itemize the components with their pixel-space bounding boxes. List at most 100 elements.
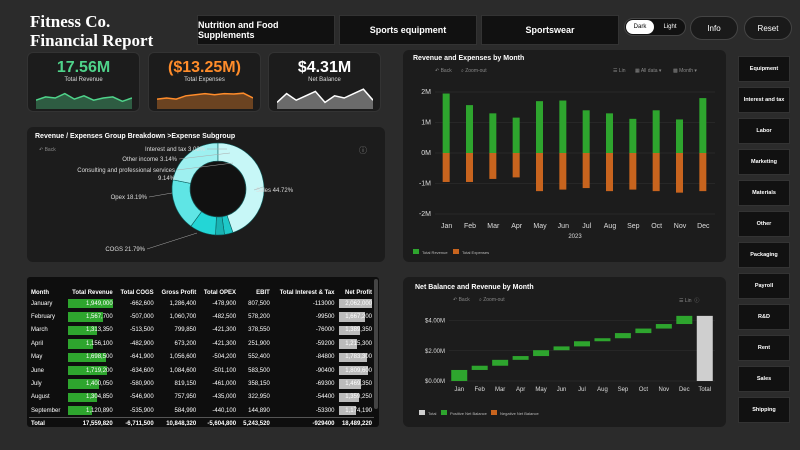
table-row[interactable]: September 1,120,890 -535,900 584,990 -440,10… (29, 404, 374, 417)
expense-bar[interactable] (559, 153, 567, 190)
column-header[interactable]: Total Interest & Tax (272, 277, 337, 297)
waterfall-bar[interactable] (492, 359, 509, 366)
info-button[interactable]: Info (690, 16, 738, 40)
donut-chart[interactable]: Interest and tax 3.02% Other income 3.14%… (27, 127, 385, 262)
waterfall-chart[interactable]: $4.00M $2.00M $0.00M Jan Feb Mar Apr May Jun Jul A… (403, 277, 726, 427)
table-row[interactable]: June 1,719,200 -634,600 1,084,600 -501,100 58… (29, 364, 374, 377)
table-cell: 1,174,190 (337, 404, 375, 417)
donut-label: Sales 44.72% (256, 188, 294, 194)
sidebar-item-4[interactable]: Materials (738, 180, 790, 206)
expense-bar[interactable] (536, 153, 543, 192)
waterfall-bar[interactable] (655, 324, 672, 329)
revenue-bar[interactable] (629, 118, 637, 153)
donut-label: Interest and tax 3.02% (145, 147, 206, 153)
waterfall-bar[interactable] (635, 328, 652, 334)
waterfall-bar[interactable] (553, 346, 570, 351)
column-header[interactable]: Month (29, 277, 66, 297)
column-header[interactable]: Total COGS (115, 277, 156, 297)
category-button-sports-equipment[interactable]: Sports equipment (339, 15, 477, 45)
waterfall-bar[interactable] (471, 365, 488, 370)
waterfall-bar[interactable] (614, 333, 631, 339)
expense-bar[interactable] (512, 153, 520, 178)
table-scrollbar[interactable] (374, 279, 378, 409)
revenue-bar[interactable] (512, 117, 520, 153)
sidebar-item-11[interactable]: Shipping (738, 397, 790, 423)
theme-light-option[interactable]: Light (656, 20, 684, 34)
cell-value: 1,359,250 (345, 394, 372, 401)
legend-swatch (441, 410, 447, 415)
revenue-bar[interactable] (536, 101, 543, 153)
table-row[interactable]: January 1,949,000 -662,600 1,286,400 -478,90… (29, 297, 374, 310)
kpi-net-balance: $4.31M Net Balance (268, 52, 381, 112)
table-cell: 1,056,600 (156, 351, 199, 364)
sidebar-item-1[interactable]: Interest and tax (738, 87, 790, 113)
cell-value: August (31, 394, 50, 401)
table-cell: 1,698,500 (66, 351, 115, 364)
sidebar-item-3[interactable]: Marketing (738, 149, 790, 175)
expense-bar[interactable] (699, 153, 707, 192)
column-header[interactable]: Total Revenue (66, 277, 115, 297)
table-row[interactable]: February 1,567,700 -507,000 1,060,700 -482,5… (29, 310, 374, 323)
table-row[interactable]: July 1,400,050 -580,900 819,150 -461,000 358,… (29, 377, 374, 390)
cell-value: 1,783,300 (345, 354, 372, 361)
table-row[interactable]: April 1,156,100 -482,900 673,200 -421,300 251… (29, 337, 374, 350)
table-row[interactable]: March 1,313,350 -513,500 799,850 -421,300 378… (29, 324, 374, 337)
revenue-bar[interactable] (699, 98, 707, 153)
category-button-sportswear[interactable]: Sportswear (481, 15, 619, 45)
total-cell: 10,848,320 (155, 417, 199, 431)
revenue-bar[interactable] (559, 100, 567, 153)
cell-value: -440,100 (212, 407, 237, 414)
waterfall-bar[interactable] (451, 369, 468, 381)
sidebar-item-8[interactable]: R&D (738, 304, 790, 330)
table-cell: -535,900 (115, 404, 156, 417)
table-cell: -513,500 (115, 324, 156, 337)
kpi-sparkline (157, 92, 253, 109)
expense-bar[interactable] (652, 153, 660, 192)
category-button-nutrition[interactable]: Nutrition and Food Supplements (197, 15, 335, 45)
table-cell: 358,150 (238, 377, 272, 390)
table-row[interactable]: May 1,698,500 -641,900 1,056,600 -504,200 552… (29, 351, 374, 364)
table-cell: 578,200 (238, 310, 272, 323)
waterfall-total-bar[interactable] (696, 315, 713, 381)
expense-bar[interactable] (676, 153, 683, 193)
waterfall-bar[interactable] (676, 315, 693, 325)
revenue-bar[interactable] (582, 110, 590, 153)
waterfall-bar[interactable] (512, 356, 529, 360)
waterfall-bar[interactable] (574, 341, 590, 347)
expense-bar[interactable] (442, 153, 450, 182)
revenue-expenses-chart[interactable]: 2M 1M 0M -1M -2M Jan Feb Mar Apr May Jun Jul Aug Sep O… (403, 50, 726, 262)
expense-bar[interactable] (582, 153, 590, 189)
revenue-bar[interactable] (606, 113, 613, 153)
sidebar-item-0[interactable]: Equipment (738, 56, 790, 82)
column-header[interactable]: Total OPEX (198, 277, 238, 297)
total-cell: 17,559,820 (65, 417, 115, 431)
cell-value: -634,600 (129, 367, 154, 374)
sidebar-item-6[interactable]: Packaging (738, 242, 790, 268)
revenue-bar[interactable] (676, 119, 683, 153)
cell-value: -421,300 (212, 340, 237, 347)
reset-button[interactable]: Reset (744, 16, 792, 40)
theme-toggle[interactable]: Dark Light (624, 18, 686, 36)
waterfall-bar[interactable] (594, 338, 611, 342)
expense-bar[interactable] (466, 153, 473, 182)
sidebar-item-10[interactable]: Sales (738, 366, 790, 392)
expense-bar[interactable] (629, 153, 637, 190)
revenue-bar[interactable] (652, 110, 660, 153)
sidebar-item-5[interactable]: Other (738, 211, 790, 237)
waterfall-bar[interactable] (533, 350, 550, 357)
sidebar-item-7[interactable]: Payroll (738, 273, 790, 299)
column-header[interactable]: EBIT (238, 277, 272, 297)
cell-value: 807,500 (248, 300, 270, 307)
cell-value: -53300 (315, 407, 335, 414)
revenue-bar[interactable] (442, 93, 450, 153)
column-header[interactable]: Gross Profit (156, 277, 199, 297)
expense-bar[interactable] (606, 153, 613, 192)
column-header[interactable]: Net Profit (337, 277, 375, 297)
expense-bar[interactable] (489, 153, 497, 179)
sidebar-item-2[interactable]: Labor (738, 118, 790, 144)
table-row[interactable]: August 1,304,850 -546,900 757,950 -435,000 32… (29, 391, 374, 404)
sidebar-item-9[interactable]: Rent (738, 335, 790, 361)
theme-dark-option[interactable]: Dark (626, 20, 654, 34)
revenue-bar[interactable] (489, 113, 497, 153)
revenue-bar[interactable] (466, 105, 473, 153)
